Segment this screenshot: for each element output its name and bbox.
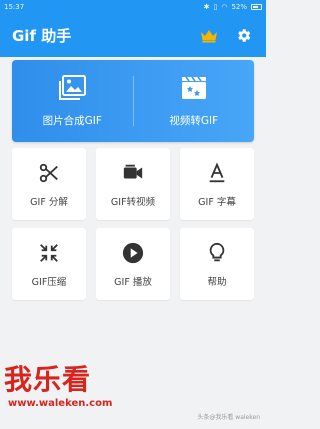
play-icon	[121, 241, 145, 265]
status-icons: ✱ ▯ ◠ 52%	[204, 3, 262, 11]
compress-icon	[37, 241, 61, 265]
gif-caption-label: GIF 字幕	[198, 196, 236, 208]
video-to-gif-button[interactable]: 视频转GIF	[134, 60, 255, 142]
help-tile[interactable]: 帮助	[180, 228, 254, 300]
gif-play-label: GIF 播放	[114, 276, 152, 288]
lightbulb-icon	[205, 241, 229, 265]
gif-compress-label: GIF压缩	[31, 276, 67, 288]
help-label: 帮助	[207, 276, 227, 288]
watermark-logo: 我乐看	[4, 363, 92, 396]
bluetooth-icon: ✱	[203, 2, 210, 11]
battery-icon	[251, 4, 262, 10]
gif-play-tile[interactable]: GIF 播放	[96, 228, 170, 300]
gif-split-label: GIF 分解	[30, 196, 68, 208]
app-title: Gif 助手	[12, 27, 72, 45]
gif-compress-tile[interactable]: GIF压缩	[12, 228, 86, 300]
text-icon	[205, 161, 229, 185]
gif-to-video-label: GIF转视频	[110, 196, 156, 208]
image-icon	[58, 74, 87, 105]
status-bar: 15:37 ✱ ▯ ◠ 52%	[0, 0, 266, 14]
crown-icon[interactable]	[198, 25, 220, 47]
image-to-gif-label: 图片合成GIF	[42, 114, 102, 127]
watermark-credit: 头条@我乐看 waleken	[197, 414, 260, 421]
video-clapper-icon	[180, 75, 208, 105]
video-to-gif-label: 视频转GIF	[169, 114, 219, 127]
video-camera-icon	[121, 161, 145, 185]
gear-icon[interactable]	[232, 25, 254, 47]
battery-percent: 52%	[231, 3, 247, 11]
gif-to-video-tile[interactable]: GIF转视频	[96, 148, 170, 220]
gif-caption-tile[interactable]: GIF 字幕	[180, 148, 254, 220]
wifi-icon: ◠	[221, 2, 228, 11]
status-time: 15:37	[4, 3, 25, 11]
image-to-gif-button[interactable]: 图片合成GIF	[12, 60, 133, 142]
watermark-url: www.waleken.com	[8, 398, 113, 409]
scissors-icon	[37, 161, 61, 185]
feature-banner: 图片合成GIF 视频转GIF	[12, 60, 254, 142]
vibrate-icon: ▯	[213, 2, 218, 11]
app-bar: Gif 助手	[0, 14, 266, 57]
gif-split-tile[interactable]: GIF 分解	[12, 148, 86, 220]
